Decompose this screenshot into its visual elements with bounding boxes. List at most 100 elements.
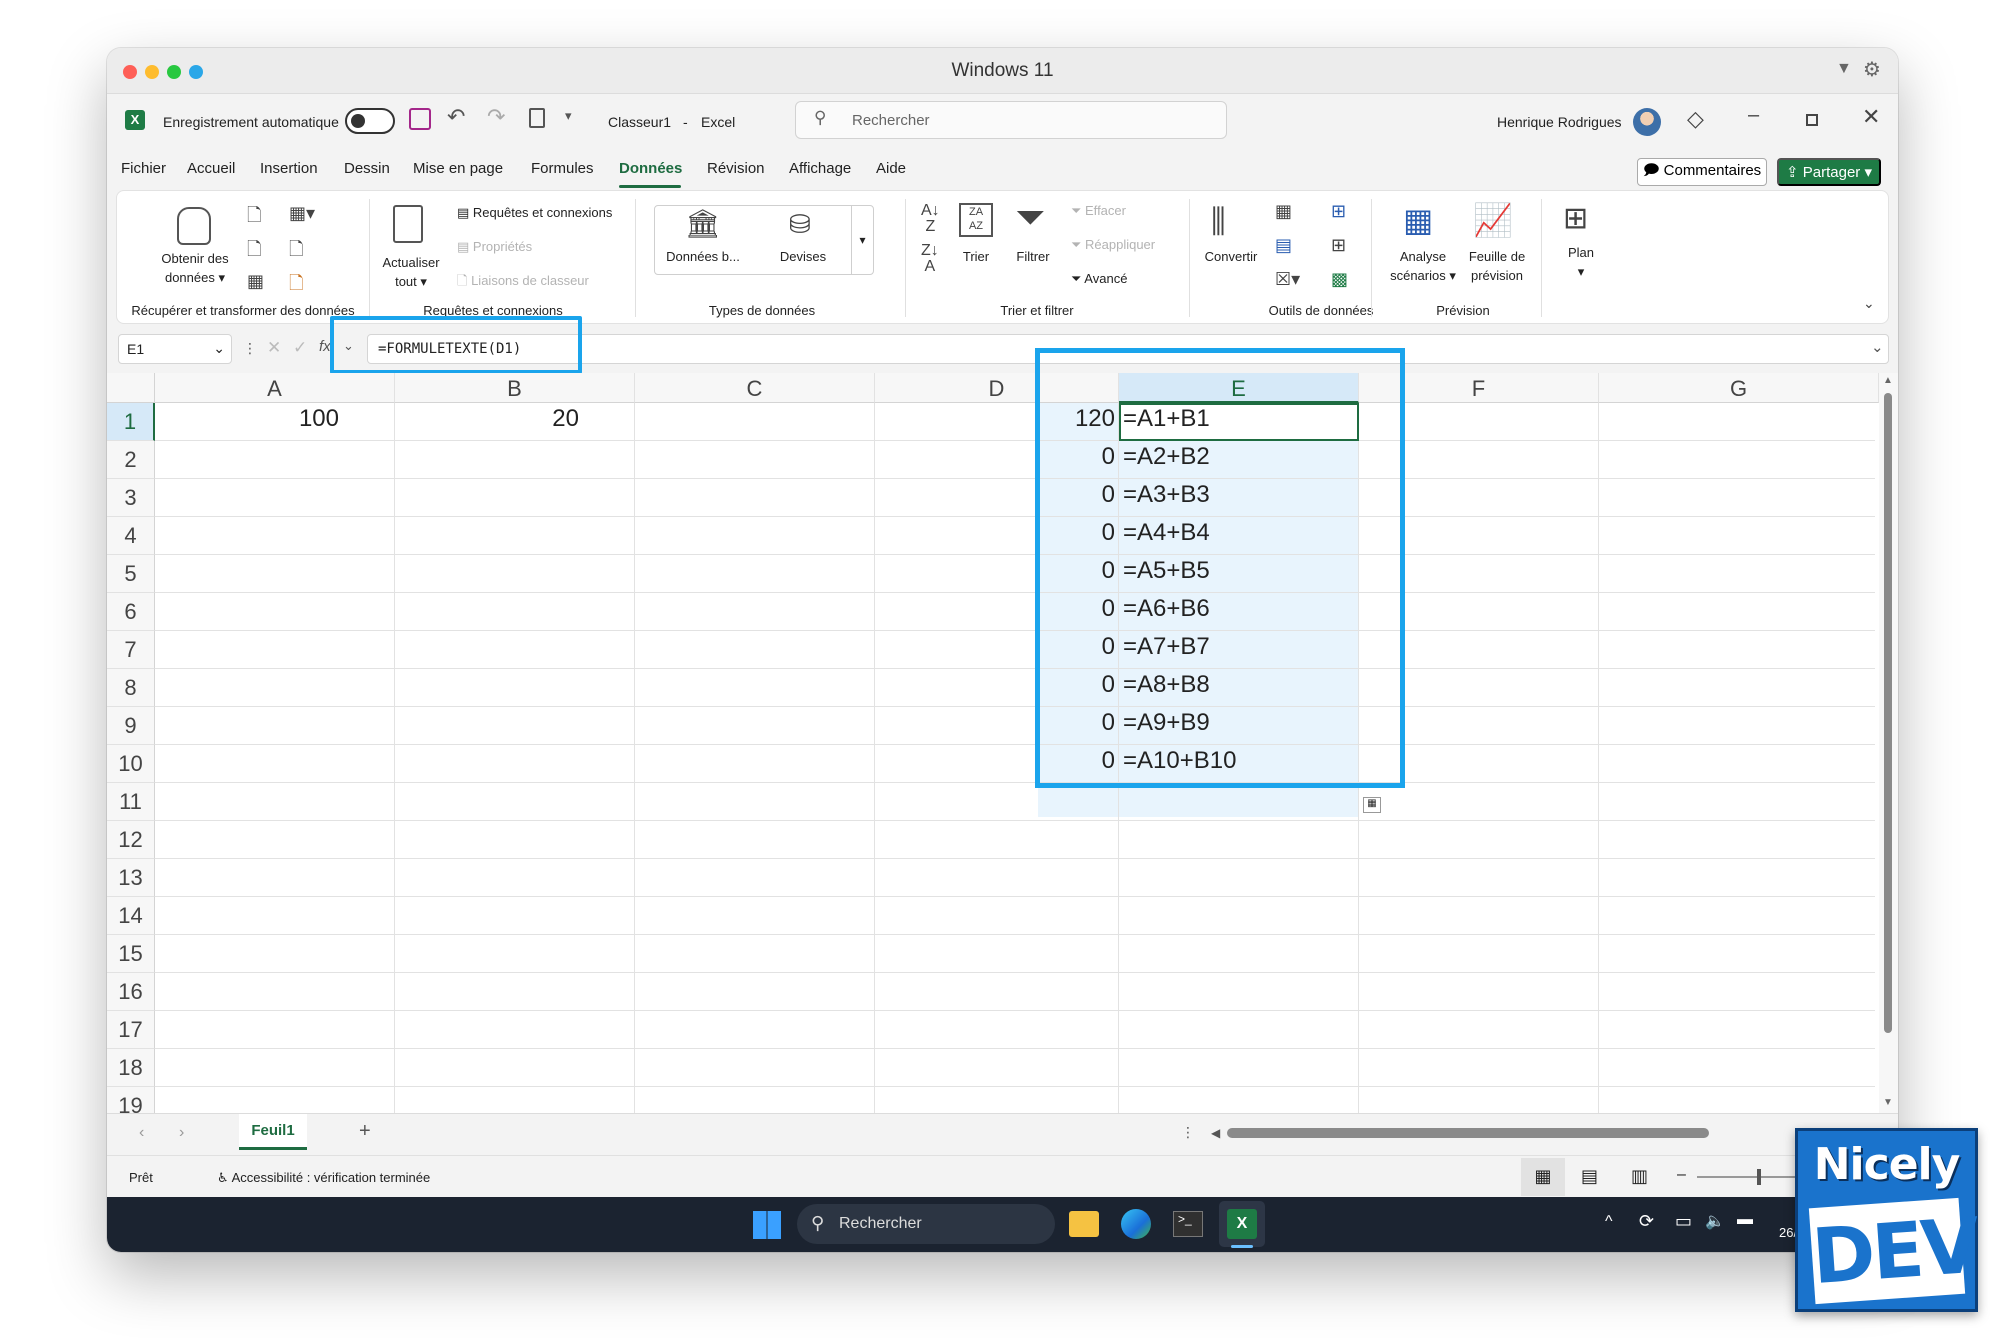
horizontal-scroll-thumb[interactable] [1227, 1128, 1709, 1138]
from-text-icon[interactable]: 🗋 [247, 203, 261, 233]
data-validation-icon[interactable]: ☒▾ [1275, 269, 1300, 290]
share-button[interactable]: ⇪ Partager ▾ [1777, 158, 1881, 186]
battery-icon[interactable]: ▬ [1737, 1211, 1753, 1229]
expand-formula-icon[interactable]: ⌄ [1871, 338, 1884, 356]
sort-descending-icon[interactable]: Z↓ A [921, 243, 939, 275]
select-all-corner[interactable] [107, 373, 155, 403]
customize-toolbar-icon[interactable]: ▾ [565, 108, 572, 124]
what-if-analysis-button[interactable]: Analyse scénarios ▾ [1383, 247, 1463, 285]
spreadsheet-grid[interactable]: ABCDEFG 1 2 3 4 5 6 7 8 9 10 11 12 13 14 15 16 17 18 19 10… [107, 373, 1898, 1113]
forecast-sheet-button[interactable]: Feuille de prévision [1457, 247, 1537, 285]
page-layout-view-icon[interactable]: ▤ [1581, 1166, 1598, 1187]
reapply-button[interactable]: ⏷ Réappliquer [1071, 235, 1155, 254]
from-table-icon[interactable]: ▦ [247, 271, 264, 292]
queries-connections-button[interactable]: ▤ Requêtes et connexions [457, 203, 612, 222]
tab-mise-en-page[interactable]: Mise en page [413, 160, 503, 177]
scroll-down-icon[interactable]: ▼ [1883, 1097, 1893, 1108]
row-header-9[interactable]: 9 [107, 707, 155, 745]
row-header-15[interactable]: 15 [107, 935, 155, 973]
row-header-19[interactable]: 19 [107, 1087, 155, 1113]
excel-taskbar-icon[interactable]: X [1227, 1209, 1257, 1239]
filter-icon[interactable]: ⏷ [1015, 197, 1045, 240]
bank-icon[interactable]: 🏛 [685, 207, 721, 240]
get-data-button[interactable]: Obtenir des données ▾ [145, 249, 245, 287]
row-header-2[interactable]: 2 [107, 441, 155, 479]
column-header-a[interactable]: A [155, 373, 395, 403]
zoom-slider[interactable] [1697, 1176, 1807, 1178]
new-document-icon[interactable] [529, 108, 545, 128]
relationships-icon[interactable]: ⊞ [1331, 235, 1346, 256]
column-header-b[interactable]: B [395, 373, 635, 403]
currencies-button[interactable]: Devises [767, 247, 839, 266]
terminal-icon[interactable]: >_ [1173, 1211, 1203, 1237]
normal-view-icon[interactable]: ▦ [1521, 1158, 1565, 1196]
flash-fill-icon[interactable]: ▦ [1275, 201, 1292, 222]
row-header-14[interactable]: 14 [107, 897, 155, 935]
tab-formules[interactable]: Formules [531, 160, 594, 177]
restore-icon[interactable] [1806, 114, 1818, 126]
forecast-sheet-icon[interactable]: 📈 [1473, 201, 1513, 239]
page-break-view-icon[interactable]: ▥ [1631, 1166, 1648, 1187]
row-header-5[interactable]: 5 [107, 555, 155, 593]
cell-B1[interactable]: 20 [395, 405, 579, 433]
advanced-button[interactable]: ⏷ Avancé [1071, 269, 1127, 288]
next-sheet-icon[interactable]: › [179, 1124, 184, 1142]
workbook-links-button[interactable]: 🗋 Liaisons de classeur [457, 271, 589, 290]
close-icon[interactable]: ✕ [1862, 104, 1880, 130]
row-header-13[interactable]: 13 [107, 859, 155, 897]
tab-revision[interactable]: Révision [707, 160, 765, 177]
zoom-out-icon[interactable]: – [1677, 1166, 1686, 1184]
row-header-3[interactable]: 3 [107, 479, 155, 517]
outline-button[interactable]: Plan ▾ [1551, 243, 1611, 281]
row-header-1[interactable]: 1 [107, 403, 155, 441]
clear-button[interactable]: ⏷ Effacer [1071, 201, 1126, 220]
undo-icon[interactable]: ↶ [447, 104, 465, 130]
dropdown-arrow-icon[interactable]: ▼ [1836, 60, 1852, 78]
from-picture-icon[interactable]: 🗋 [289, 271, 303, 301]
row-header-8[interactable]: 8 [107, 669, 155, 707]
consolidate-icon[interactable]: ⊞ [1331, 201, 1346, 222]
comments-button[interactable]: 🗩 Commentaires [1637, 158, 1767, 186]
row-header-6[interactable]: 6 [107, 593, 155, 631]
what-if-icon[interactable]: ▦ [1403, 201, 1433, 239]
vertical-scroll-thumb[interactable] [1884, 393, 1892, 1033]
remove-duplicates-icon[interactable]: ▤ [1275, 235, 1292, 256]
row-header-11[interactable]: 11 [107, 783, 155, 821]
tab-accueil[interactable]: Accueil [187, 160, 235, 177]
recent-sources-icon[interactable]: ▦▾ [289, 203, 315, 224]
tab-insertion[interactable]: Insertion [260, 160, 318, 177]
vertical-scrollbar[interactable]: ▲ ▼ [1879, 373, 1898, 1113]
text-to-columns-icon[interactable]: ⫼ [1211, 203, 1226, 241]
tab-affichage[interactable]: Affichage [789, 160, 851, 177]
stocks-button[interactable]: Données b... [655, 247, 751, 266]
filter-button[interactable]: Filtrer [1003, 247, 1063, 266]
from-web-icon[interactable]: 🗋 [247, 237, 261, 267]
refresh-all-button[interactable]: Actualiser tout ▾ [371, 253, 451, 291]
confirm-icon[interactable]: ✓ [293, 338, 307, 358]
accessibility-status[interactable]: ♿ Accessibilité : vérification terminée [217, 1170, 430, 1186]
save-icon[interactable] [409, 108, 431, 130]
zoom-slider-thumb[interactable] [1757, 1169, 1761, 1185]
sort-button[interactable]: Trier [951, 247, 1001, 266]
tab-dessin[interactable]: Dessin [344, 160, 390, 177]
add-sheet-button[interactable]: + [359, 1120, 371, 1143]
sort-icon[interactable]: ZA AZ [959, 203, 993, 237]
row-header-17[interactable]: 17 [107, 1011, 155, 1049]
name-box[interactable]: E1 ⌄ [118, 334, 232, 364]
row-header-7[interactable]: 7 [107, 631, 155, 669]
more-options-icon[interactable]: ⋮ [243, 340, 257, 357]
volume-icon[interactable]: 🔈 [1705, 1211, 1725, 1231]
row-header-12[interactable]: 12 [107, 821, 155, 859]
gear-icon[interactable]: ⚙ [1863, 57, 1881, 82]
insert-function-button[interactable]: fx [319, 338, 331, 355]
taskbar-search[interactable]: ⚲ Rechercher [797, 1204, 1055, 1244]
minimize-icon[interactable]: – [1748, 104, 1759, 127]
row-header-4[interactable]: 4 [107, 517, 155, 555]
edge-icon[interactable] [1121, 1209, 1151, 1239]
ribbon-collapse-icon[interactable]: ⌄ [1863, 295, 1875, 312]
gallery-more-button[interactable]: ▾ [851, 205, 873, 275]
chevron-up-icon[interactable]: ^ [1605, 1213, 1613, 1231]
cell-A1[interactable]: 100 [155, 405, 339, 433]
tab-aide[interactable]: Aide [876, 160, 906, 177]
quick-analysis-icon[interactable]: ▦ [1363, 797, 1381, 813]
